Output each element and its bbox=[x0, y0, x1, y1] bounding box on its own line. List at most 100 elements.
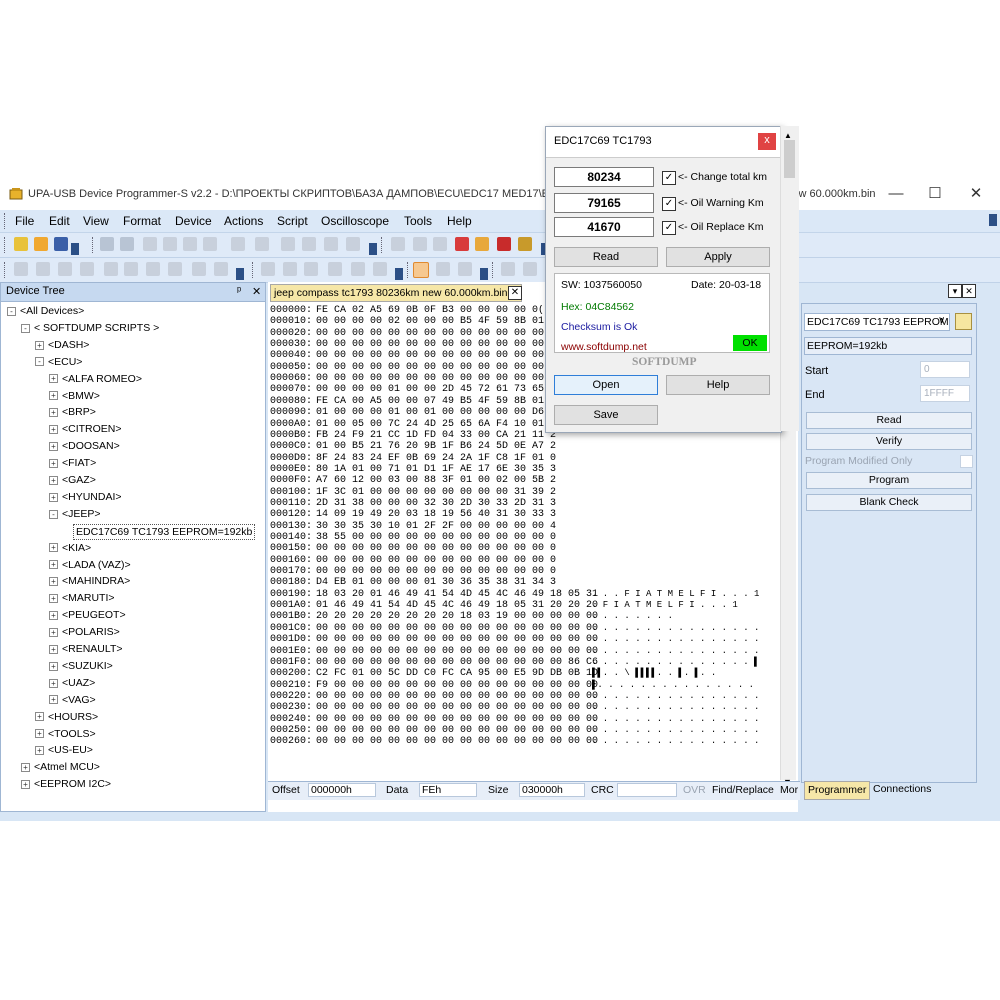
chip-icon[interactable] bbox=[413, 237, 427, 251]
expand-icon[interactable]: + bbox=[49, 441, 58, 451]
read-button[interactable]: Read bbox=[806, 412, 972, 429]
dialog-save-button[interactable]: Save bbox=[554, 405, 658, 425]
toolbar-overflow[interactable] bbox=[236, 268, 244, 280]
hex-row[interactable]: 000090: 01 00 00 00 01 00 01 00 00 00 00 … bbox=[270, 407, 556, 418]
device-tree-close-icon[interactable]: ✕ bbox=[252, 285, 261, 298]
tab-connections[interactable]: Connections bbox=[870, 781, 934, 798]
undo-icon[interactable] bbox=[100, 237, 114, 251]
pin-icon[interactable]: ᵖ bbox=[237, 285, 241, 297]
program-modified-checkbox[interactable] bbox=[960, 455, 973, 468]
hex-row[interactable]: 000230: 00 00 00 00 00 00 00 00 00 00 00 … bbox=[270, 702, 759, 713]
pencil-icon[interactable] bbox=[36, 262, 50, 276]
menu-script[interactable]: Script bbox=[277, 214, 308, 228]
pane-dropdown-icon[interactable]: ▾ bbox=[948, 284, 962, 298]
hex-row[interactable]: 000010: 00 00 00 00 02 00 00 00 B5 4F 59 … bbox=[270, 316, 556, 327]
hex-row[interactable]: 0001D0: 00 00 00 00 00 00 00 00 00 00 00 … bbox=[270, 634, 759, 645]
scroll-thumb[interactable] bbox=[784, 140, 795, 178]
blank-check-button[interactable]: Blank Check bbox=[806, 494, 972, 511]
tab-programmer[interactable]: Programmer bbox=[804, 781, 871, 800]
hex-row[interactable]: 000250: 00 00 00 00 00 00 00 00 00 00 00 … bbox=[270, 725, 759, 736]
close-button[interactable]: ✕ bbox=[956, 183, 996, 205]
grid-icon[interactable] bbox=[351, 262, 365, 276]
hex-row[interactable]: 000220: 00 00 00 00 00 00 00 00 00 00 00 … bbox=[270, 691, 759, 702]
hex-row[interactable]: 000100: 1F 3C 01 00 00 00 00 00 00 00 00 … bbox=[270, 487, 556, 498]
stop-icon[interactable] bbox=[523, 262, 537, 276]
tree-item[interactable]: + <RENAULT> bbox=[49, 642, 123, 656]
menu-help[interactable]: Help bbox=[447, 214, 472, 228]
tree-item[interactable]: + <EEPROM I2C> bbox=[21, 777, 111, 791]
folder-icon[interactable] bbox=[955, 313, 972, 330]
hex-row[interactable]: 000260: 00 00 00 00 00 00 00 00 00 00 00 … bbox=[270, 736, 759, 747]
dialog-scrollbar[interactable]: ▲ bbox=[780, 126, 799, 431]
menu-actions[interactable]: Actions bbox=[224, 214, 263, 228]
pane-close-icon[interactable]: ✕ bbox=[962, 284, 976, 298]
tree-item[interactable]: + <SUZUKI> bbox=[49, 659, 113, 673]
hex-row[interactable]: 000170: 00 00 00 00 00 00 00 00 00 00 00 … bbox=[270, 566, 556, 577]
tree-item[interactable]: + <PEUGEOT> bbox=[49, 608, 126, 622]
expand-icon[interactable]: + bbox=[49, 374, 58, 384]
hex-row[interactable]: 000020: 00 00 00 00 00 00 00 00 00 00 00 … bbox=[270, 328, 556, 339]
end-input[interactable]: 1FFFF bbox=[920, 385, 970, 402]
collapse-icon[interactable]: - bbox=[35, 357, 44, 367]
toolbar-overflow[interactable] bbox=[395, 268, 403, 280]
hex-row[interactable]: 000000: FE CA 02 A5 69 0B 0F B3 00 00 00 … bbox=[270, 305, 544, 316]
menu-device[interactable]: Device bbox=[175, 214, 212, 228]
hex-row[interactable]: 0001E0: 00 00 00 00 00 00 00 00 00 00 00 … bbox=[270, 646, 759, 657]
dialog-open-button[interactable]: Open bbox=[554, 375, 658, 395]
zoom-select-icon[interactable] bbox=[436, 262, 450, 276]
file-tab-close-icon[interactable]: ✕ bbox=[508, 286, 522, 300]
view-map-icon[interactable] bbox=[304, 262, 318, 276]
hex-row[interactable]: 0001F0: 00 00 00 00 00 00 00 00 00 00 00 … bbox=[270, 657, 759, 668]
expand-icon[interactable]: + bbox=[49, 475, 58, 485]
debug-icon[interactable] bbox=[497, 237, 511, 251]
pins-icon[interactable] bbox=[433, 237, 447, 251]
hex-row[interactable]: 000120: 14 09 19 49 20 03 18 19 56 40 31 … bbox=[270, 509, 556, 520]
expand-icon[interactable]: + bbox=[49, 577, 58, 587]
expand-icon[interactable]: + bbox=[21, 763, 30, 773]
hex-row[interactable]: 000150: 00 00 00 00 00 00 00 00 00 00 00 … bbox=[270, 543, 556, 554]
expand-icon[interactable]: + bbox=[35, 729, 44, 739]
expand-icon[interactable]: + bbox=[35, 340, 44, 350]
page-icon[interactable] bbox=[281, 237, 295, 251]
expand-icon[interactable]: + bbox=[49, 492, 58, 502]
collapse-icon[interactable]: - bbox=[21, 323, 30, 333]
expand-icon[interactable]: + bbox=[49, 543, 58, 553]
hex-row[interactable]: 000210: F9 00 00 00 00 00 00 00 00 00 00 … bbox=[270, 680, 754, 691]
hex-row[interactable]: 000030: 00 00 00 00 00 00 00 00 00 00 00 … bbox=[270, 339, 556, 350]
tree-item[interactable]: + <UAZ> bbox=[49, 676, 95, 690]
zoom-icon[interactable] bbox=[192, 262, 206, 276]
paste-icon[interactable] bbox=[183, 237, 197, 251]
expand-icon[interactable]: + bbox=[49, 627, 58, 637]
expand-icon[interactable]: + bbox=[49, 391, 58, 401]
tree-item[interactable]: + <LADA (VAZ)> bbox=[49, 558, 131, 572]
expand-icon[interactable]: + bbox=[49, 458, 58, 468]
menu-format[interactable]: Format bbox=[123, 214, 161, 228]
play-icon[interactable] bbox=[501, 262, 515, 276]
expand-icon[interactable]: + bbox=[21, 779, 30, 789]
tree-item[interactable]: + <ALFA ROMEO> bbox=[49, 372, 142, 386]
compare-icon[interactable] bbox=[346, 237, 360, 251]
tree-item[interactable]: + <US-EU> bbox=[35, 743, 93, 757]
expand-icon[interactable]: + bbox=[49, 560, 58, 570]
hex-row[interactable]: 000080: FE CA 00 A5 00 00 07 49 B5 4F 59 … bbox=[270, 396, 556, 407]
collapse-icon[interactable]: - bbox=[7, 306, 16, 316]
hex-row[interactable]: 0001A0: 01 46 49 41 54 4D 45 4C 46 49 18 … bbox=[270, 600, 738, 611]
toolbar-overflow[interactable] bbox=[71, 243, 79, 255]
script-icon[interactable] bbox=[455, 237, 469, 251]
hex-row[interactable]: 000070: 00 00 00 00 01 00 00 2D 45 72 61 … bbox=[270, 384, 562, 395]
expand-icon[interactable]: + bbox=[49, 594, 58, 604]
tree-item[interactable]: + <GAZ> bbox=[49, 473, 96, 487]
cut-icon[interactable] bbox=[143, 237, 157, 251]
tree-item[interactable]: + <DASH> bbox=[35, 338, 89, 352]
hex-row[interactable]: 0000E0: 80 1A 01 00 71 01 D1 1F AE 17 6E … bbox=[270, 464, 556, 475]
replace-icon[interactable] bbox=[255, 237, 269, 251]
collapse-icon[interactable]: - bbox=[49, 509, 58, 519]
expand-icon[interactable]: + bbox=[49, 644, 58, 654]
cross-icon[interactable] bbox=[58, 262, 72, 276]
run-script-icon[interactable] bbox=[475, 237, 489, 251]
scroll-up-icon[interactable]: ▲ bbox=[784, 131, 792, 140]
tree-item[interactable]: + <TOOLS> bbox=[35, 727, 96, 741]
device-icon[interactable] bbox=[391, 237, 405, 251]
hex-row[interactable]: 000240: 00 00 00 00 00 00 00 00 00 00 00 … bbox=[270, 714, 759, 725]
website-link[interactable]: www.softdump.net bbox=[561, 341, 647, 353]
